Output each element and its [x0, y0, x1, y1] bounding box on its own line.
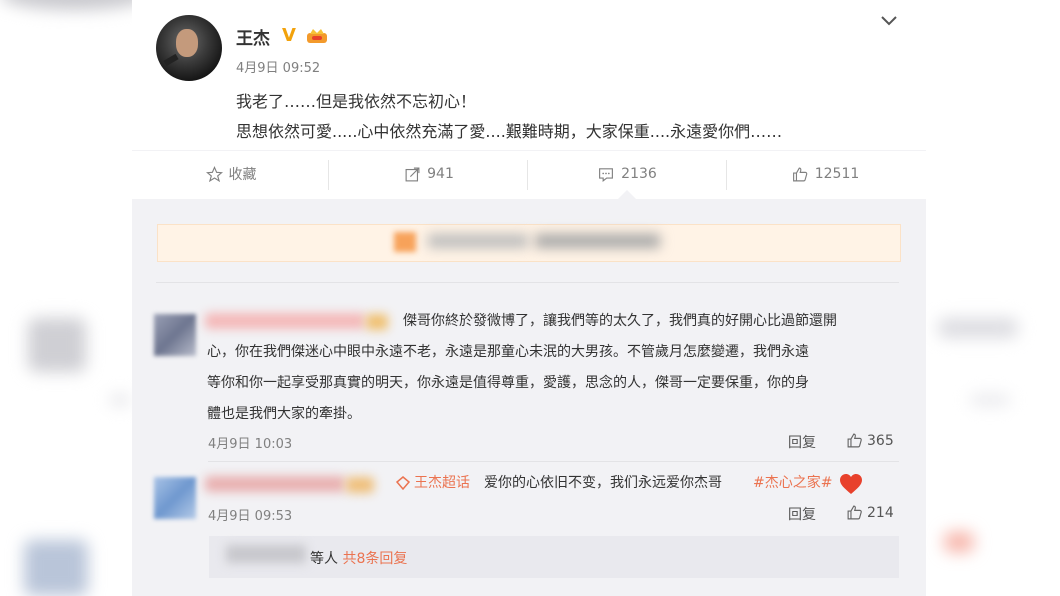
comment-text: 爱你的心依旧不变，我们永远爱你杰哥	[484, 475, 722, 491]
background-blur	[970, 395, 1010, 405]
favorite-button[interactable]: 收藏	[132, 151, 330, 197]
favorite-label: 收藏	[228, 167, 257, 183]
subreply-suffix: 等人	[310, 551, 338, 567]
subreply-names-blurred	[226, 545, 306, 563]
comment-text-line: 傑哥你終於發微博了，讓我們等的太久了，我們真的好開心比過節還開	[403, 313, 837, 329]
post-text-line: 我老了……但是我依然不忘初心！	[236, 92, 477, 111]
comment-like-button[interactable]: 214	[846, 504, 894, 521]
supertopic-link[interactable]: 王杰超话	[414, 471, 470, 495]
chevron-down-icon[interactable]	[880, 14, 898, 28]
reply-button[interactable]: 回复	[788, 504, 816, 524]
action-divider	[726, 160, 727, 190]
like-button[interactable]: 12511	[726, 151, 924, 197]
comment-timestamp: 4月9日 09:53	[208, 509, 293, 524]
commenter-badge-blurred	[346, 477, 374, 493]
blurred-content	[535, 234, 660, 248]
comment-input-banner[interactable]	[157, 224, 901, 262]
commenter-name-blurred[interactable]	[205, 313, 365, 329]
comment-icon	[599, 167, 614, 182]
divider	[156, 282, 899, 283]
repost-icon	[405, 167, 420, 181]
hashtag-link[interactable]: #杰心之家#	[753, 471, 832, 495]
blurred-content	[428, 234, 528, 248]
background-blur	[24, 540, 88, 596]
background-blur	[944, 532, 974, 552]
subreply-text[interactable]: 等人 共8条回复	[310, 548, 407, 568]
commenter-avatar[interactable]	[154, 314, 196, 356]
post-action-bar: 收藏 941 2136 12511	[132, 150, 926, 197]
background-blur	[0, 0, 150, 10]
author-name[interactable]: 王杰	[236, 24, 270, 49]
author-avatar[interactable]	[156, 15, 222, 81]
commenter-avatar[interactable]	[154, 477, 196, 519]
background-blur	[938, 318, 1018, 338]
crown-icon	[307, 29, 327, 43]
action-divider	[328, 160, 329, 190]
background-blur	[110, 395, 130, 405]
like-icon	[847, 505, 862, 520]
commenter-name-blurred[interactable]	[205, 476, 345, 492]
reply-button[interactable]: 回复	[788, 432, 816, 452]
comment-text-line: 體也是我們大家的牽掛。	[207, 406, 361, 422]
heart-icon	[840, 474, 862, 494]
like-icon	[792, 167, 808, 181]
like-count: 12511	[814, 166, 860, 182]
post-text-line: 思想依然可愛.....心中依然充滿了愛....艱難時期，大家保重....永遠愛你…	[236, 122, 783, 141]
comment-like-count: 214	[867, 504, 894, 521]
verified-badge-icon: V	[282, 25, 296, 46]
post-timestamp[interactable]: 4月9日 09:52	[236, 57, 320, 76]
comment-timestamp: 4月9日 10:03	[208, 437, 293, 452]
repost-count: 941	[427, 166, 454, 182]
blurred-content	[394, 232, 416, 252]
subreply-count-link[interactable]: 共8条回复	[342, 551, 407, 567]
supertopic-icon	[396, 476, 410, 490]
repost-button[interactable]: 941	[330, 151, 528, 197]
comment-count: 2136	[621, 166, 657, 182]
comment-like-button[interactable]: 365	[846, 432, 894, 449]
comment-text-line: 等你和你一起享受那真實的明天，你永遠是值得尊重，愛護，思念的人，傑哥一定要保重，…	[207, 375, 809, 391]
commenter-badge-blurred	[366, 314, 388, 330]
like-icon	[847, 433, 862, 448]
star-icon	[205, 165, 223, 182]
action-divider	[527, 160, 528, 190]
comment-like-count: 365	[867, 432, 894, 449]
comment-text-line: 心，你在我們傑迷心中眼中永遠不老，永遠是那童心未泯的大男孩。不管歲月怎麼變遷，我…	[207, 344, 809, 360]
divider	[208, 461, 899, 462]
comment-pointer	[618, 190, 636, 199]
background-blur	[28, 318, 86, 372]
